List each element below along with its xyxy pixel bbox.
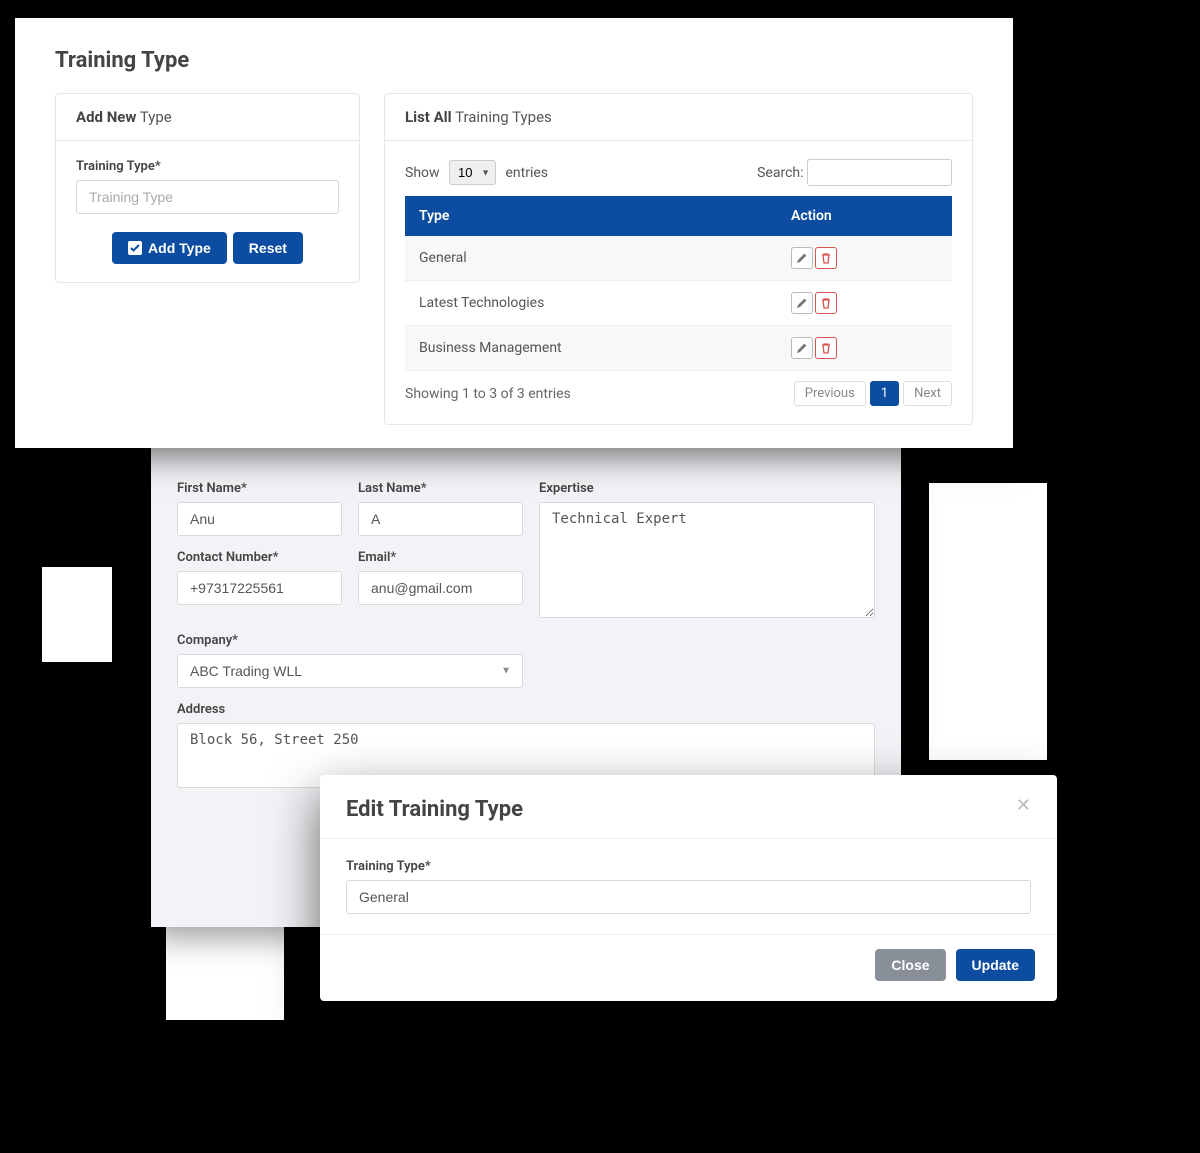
decorative-block (929, 483, 1047, 760)
table-row: General (405, 236, 952, 281)
last-name-label: Last Name* (358, 481, 523, 496)
cell-type: Business Management (405, 326, 777, 371)
close-button[interactable]: Close (875, 949, 945, 981)
training-type-page: Training Type Add New Type Training Type… (15, 18, 1013, 448)
last-name-input[interactable] (358, 502, 523, 536)
cell-type: General (405, 236, 777, 281)
delete-button[interactable] (815, 337, 837, 359)
email-label: Email* (358, 550, 523, 565)
edit-button[interactable] (791, 337, 813, 359)
list-all-card: List All Training Types Show 10 ▼ (384, 93, 973, 425)
training-types-table: Type Action GeneralLatest TechnologiesBu… (405, 196, 952, 371)
col-type[interactable]: Type (405, 196, 777, 236)
cell-action (777, 326, 952, 371)
reset-label: Reset (249, 240, 287, 256)
contact-label: Contact Number* (177, 550, 342, 565)
modal-title: Edit Training Type (346, 797, 523, 822)
pager: Previous 1 Next (794, 381, 952, 406)
pencil-icon (796, 252, 808, 264)
training-type-label: Training Type* (76, 159, 339, 174)
training-type-input[interactable] (76, 180, 339, 214)
table-row: Business Management (405, 326, 952, 371)
pager-prev[interactable]: Previous (794, 381, 866, 406)
pencil-icon (796, 297, 808, 309)
company-select[interactable]: ABC Trading WLL (177, 654, 523, 688)
update-button[interactable]: Update (956, 949, 1035, 981)
list-all-title-strong: List All (405, 108, 452, 126)
trash-icon (820, 342, 832, 354)
cell-type: Latest Technologies (405, 281, 777, 326)
search-input[interactable] (807, 159, 952, 186)
company-label: Company* (177, 633, 523, 648)
add-new-title-strong: Add New (76, 108, 136, 126)
trash-icon (820, 297, 832, 309)
pencil-icon (796, 342, 808, 354)
delete-button[interactable] (815, 292, 837, 314)
cell-action (777, 281, 952, 326)
first-name-label: First Name* (177, 481, 342, 496)
contact-input[interactable] (177, 571, 342, 605)
address-label: Address (177, 702, 875, 717)
first-name-input[interactable] (177, 502, 342, 536)
edit-training-type-modal: Edit Training Type ✕ Training Type* Clos… (320, 775, 1057, 1001)
expertise-label: Expertise (539, 481, 875, 496)
add-new-title-light: Type (140, 108, 172, 126)
entries-label: entries (506, 165, 549, 181)
edit-button[interactable] (791, 292, 813, 314)
cell-action (777, 236, 952, 281)
chevron-down-icon: ▼ (481, 167, 490, 178)
update-label: Update (972, 957, 1019, 973)
add-new-header: Add New Type (56, 94, 359, 141)
add-new-card: Add New Type Training Type* Add Type (55, 93, 360, 283)
modal-training-type-input[interactable] (346, 880, 1031, 914)
close-label: Close (891, 957, 929, 973)
page-title: Training Type (55, 48, 973, 73)
delete-button[interactable] (815, 247, 837, 269)
show-label: Show (405, 165, 440, 181)
close-icon[interactable]: ✕ (1016, 797, 1031, 815)
expertise-textarea[interactable]: Technical Expert (539, 502, 875, 618)
list-all-header: List All Training Types (385, 94, 972, 141)
add-type-label: Add Type (148, 240, 211, 256)
decorative-block (42, 567, 112, 662)
reset-button[interactable]: Reset (233, 232, 303, 264)
add-type-button[interactable]: Add Type (112, 232, 227, 264)
edit-button[interactable] (791, 247, 813, 269)
pager-page-1[interactable]: 1 (870, 381, 899, 406)
table-row: Latest Technologies (405, 281, 952, 326)
email-input[interactable] (358, 571, 523, 605)
check-icon (128, 241, 142, 255)
trash-icon (820, 252, 832, 264)
table-info: Showing 1 to 3 of 3 entries (405, 386, 571, 402)
list-all-title-light: Training Types (455, 108, 552, 126)
col-action[interactable]: Action (777, 196, 952, 236)
modal-field-label: Training Type* (346, 859, 1031, 874)
pager-next[interactable]: Next (903, 381, 952, 406)
decorative-block (166, 920, 284, 1020)
search-label: Search: (757, 165, 803, 181)
